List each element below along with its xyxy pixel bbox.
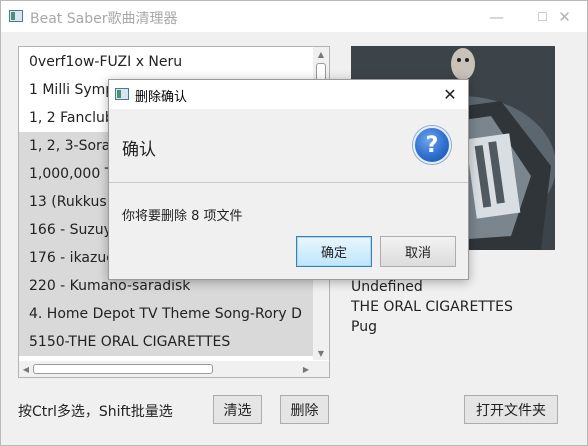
ok-button[interactable]: 确定	[296, 236, 372, 267]
scroll-down-icon[interactable]: ▼	[313, 346, 329, 360]
song-list-item[interactable]: 0verf1ow-FUZI x Neru	[19, 48, 313, 76]
delete-confirm-dialog: 删除确认 ✕ 确认 ? 你将要删除 8 项文件 确定 取消	[108, 79, 469, 280]
selection-hint: 按Ctrl多选，Shift批量选	[18, 404, 173, 420]
song-mapper: Undefined	[351, 279, 423, 295]
song-list-item[interactable]: 4. Home Depot TV Theme Song-Rory D	[19, 300, 313, 328]
cancel-button[interactable]: 取消	[380, 236, 456, 267]
dialog-close-icon[interactable]: ✕	[432, 80, 468, 109]
dialog-message: 你将要删除 8 项文件	[122, 209, 243, 224]
dialog-app-icon	[115, 88, 129, 100]
horizontal-scroll-thumb[interactable]	[33, 364, 213, 374]
song-artist: THE ORAL CIGARETTES	[351, 299, 513, 315]
dialog-heading: 确认	[122, 140, 156, 160]
clear-selection-button[interactable]: 清选	[213, 395, 262, 424]
scrollbar-corner	[313, 361, 329, 377]
app-window: Beat Saber歌曲清理器 — ☐ ✕ 0verf1ow-FUZI x Ne…	[0, 0, 588, 446]
close-button[interactable]: ✕	[542, 1, 587, 32]
minimize-button[interactable]: —	[474, 1, 519, 32]
title-bar: Beat Saber歌曲清理器 — ☐ ✕	[1, 1, 587, 32]
delete-button[interactable]: 删除	[280, 395, 329, 424]
horizontal-scrollbar[interactable]: ◀ ▶	[19, 361, 313, 377]
scroll-left-icon[interactable]: ◀	[19, 361, 33, 377]
open-folder-button[interactable]: 打开文件夹	[464, 395, 558, 424]
question-icon: ?	[413, 126, 451, 164]
song-uploader: Pug	[351, 319, 377, 335]
scroll-up-icon[interactable]: ▲	[313, 47, 329, 61]
dialog-header: 确认 ?	[109, 109, 468, 183]
scroll-right-icon[interactable]: ▶	[299, 361, 313, 377]
dialog-title-bar: 删除确认 ✕	[109, 80, 468, 109]
window-title: Beat Saber歌曲清理器	[30, 11, 178, 27]
app-icon	[9, 10, 23, 22]
dialog-title: 删除确认	[135, 90, 188, 105]
song-list-item[interactable]: 5150-THE ORAL CIGARETTES	[19, 328, 313, 356]
